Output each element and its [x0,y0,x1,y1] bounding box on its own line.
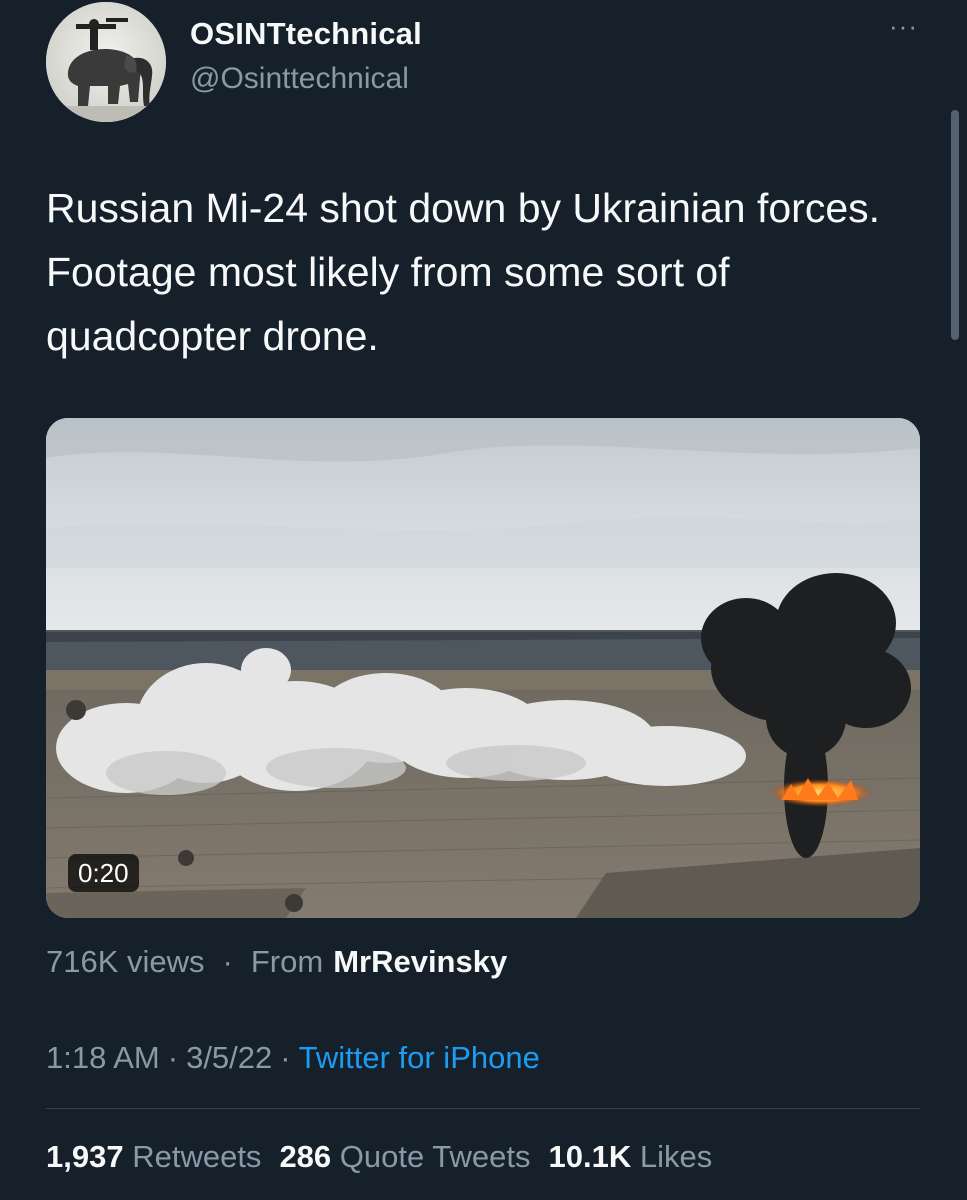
quote-tweets-count: 286 [279,1139,332,1174]
source-account-link[interactable]: MrRevinsky [333,944,507,979]
tweet-text: Russian Mi-24 shot down by Ukrainian for… [46,185,881,359]
separator-dot: · [280,1040,291,1075]
separator-dot: · [222,944,233,979]
tweet-meta-row: 1:18 AM · 3/5/22 · Twitter for iPhone [46,1040,540,1076]
author-handle[interactable]: @Osinttechnical [190,62,409,96]
divider [46,1108,920,1109]
likes-stat[interactable]: 10.1K Likes [549,1139,713,1174]
tweet-time[interactable]: 1:18 AM [46,1040,160,1075]
more-horizontal-icon[interactable]: ··· [889,13,918,39]
view-count: 716K views [46,944,205,979]
video-views-row: 716K views · From MrRevinsky [46,944,507,980]
quote-tweets-stat[interactable]: 286 Quote Tweets [279,1139,530,1174]
author-display-name[interactable]: OSINTtechnical [190,16,422,52]
tweet-video[interactable]: 0:20 [46,418,920,918]
from-label: From [250,944,324,979]
retweets-count: 1,937 [46,1139,124,1174]
tweet-date[interactable]: 3/5/22 [186,1040,272,1075]
quote-tweets-label: Quote Tweets [339,1139,531,1174]
video-duration-badge: 0:20 [68,854,139,892]
separator-dot: · [167,1040,179,1075]
tweet-header: OSINTtechnical @Osinttechnical ··· [46,2,926,122]
client-link[interactable]: Twitter for iPhone [299,1040,540,1075]
tweet-stats-row: 1,937 Retweets 286 Quote Tweets 10.1K Like… [46,1139,730,1175]
tweet-detail-page: OSINTtechnical @Osinttechnical ··· Russi… [0,0,967,1200]
retweets-stat[interactable]: 1,937 Retweets [46,1139,261,1174]
avatar-image [46,2,166,122]
avatar[interactable] [46,2,166,122]
likes-count: 10.1K [548,1139,632,1174]
retweets-label: Retweets [132,1139,262,1174]
likes-label: Likes [639,1139,713,1174]
scrollbar[interactable] [951,110,959,340]
video-thumbnail [46,418,920,918]
